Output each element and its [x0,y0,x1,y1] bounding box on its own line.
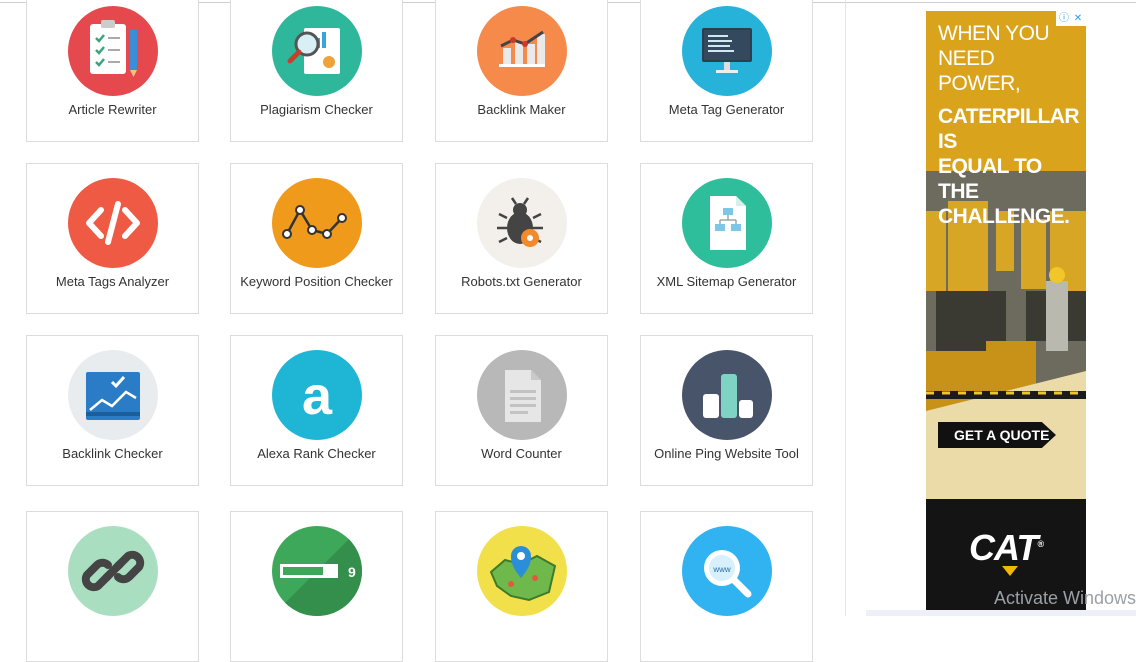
tool-card-progress[interactable]: 9 [230,511,403,662]
svg-text:9: 9 [348,564,356,580]
tool-card-meta-tags-analyzer[interactable]: Meta Tags Analyzer [26,163,199,314]
cat-logo: CAT® [926,527,1086,569]
tool-label: Word Counter [481,446,562,461]
ad-headline: WHEN YOU NEED POWER, CATERPILLAR IS EQUA… [938,21,1080,229]
svg-text:a: a [302,366,333,426]
ad-close-icon[interactable]: ✕ [1072,13,1084,25]
tool-label: Meta Tags Analyzer [55,274,170,289]
windows-activation-watermark: Activate Windows [994,588,1136,608]
tool-label: Online Ping Website Tool [654,446,799,461]
column-divider [845,0,846,616]
ad-info-icon[interactable]: ⓘ [1058,13,1070,25]
progress-bar-icon: 9 [272,526,362,616]
tool-label: Alexa Rank Checker [257,446,376,461]
link-icon [68,526,158,616]
ad-headline-line: NEED POWER, [938,47,1021,95]
xml-sitemap-generator-icon [682,178,772,268]
svg-text:www: www [712,565,731,574]
backlink-maker-icon [477,6,567,96]
tool-card-plagiarism-checker[interactable]: Plagiarism Checker [230,0,403,142]
tool-label: XML Sitemap Generator [656,274,797,289]
tool-card-meta-tag-generator[interactable]: Meta Tag Generator [640,0,813,142]
bottom-strip [866,610,1136,616]
article-rewriter-icon [68,6,158,96]
tool-label: Backlink Maker [477,102,566,117]
tool-card-alexa-rank-checker[interactable]: a Alexa Rank Checker [230,335,403,486]
ad-headline-line: EQUAL TO THE [938,155,1042,203]
ad-background: WHEN YOU NEED POWER, CATERPILLAR IS EQUA… [926,11,1086,499]
tool-label: Backlink Checker [62,446,163,461]
tools-grid: Article Rewriter Plagiarism Checker Back… [0,0,846,662]
alexa-rank-checker-icon: a [272,350,362,440]
meta-tag-generator-icon [682,6,772,96]
tool-card-xml-sitemap-generator[interactable]: XML Sitemap Generator [640,163,813,314]
cat-logo-text: CAT [969,527,1038,568]
robots-txt-generator-icon [477,178,567,268]
tool-label: Plagiarism Checker [260,102,373,117]
tool-card-article-rewriter[interactable]: Article Rewriter [26,0,199,142]
tool-card-search-www[interactable]: www [640,511,813,662]
tool-card-online-ping-website-tool[interactable]: Online Ping Website Tool [640,335,813,486]
tool-card-keyword-position-checker[interactable]: Keyword Position Checker [230,163,403,314]
registered-mark: ® [1037,539,1044,549]
backlink-checker-icon [68,350,158,440]
map-pin-icon [477,526,567,616]
tool-card-word-counter[interactable]: Word Counter [435,335,608,486]
tool-label: Keyword Position Checker [240,274,393,289]
keyword-position-checker-icon [272,178,362,268]
ad-choices[interactable]: ⓘ ✕ [1056,11,1086,26]
online-ping-website-tool-icon [682,350,772,440]
tool-label: Meta Tag Generator [668,102,785,117]
ad-headline-line: CATERPILLAR IS [938,105,1080,153]
tool-card-map[interactable] [435,511,608,662]
tool-card-backlink-maker[interactable]: Backlink Maker [435,0,608,142]
tool-label: Article Rewriter [68,102,157,117]
search-www-icon: www [682,526,772,616]
tool-card-robots-txt-generator[interactable]: Robots.txt Generator [435,163,608,314]
plagiarism-checker-icon [272,6,362,96]
tool-card-backlink-checker[interactable]: Backlink Checker [26,335,199,486]
word-counter-icon [477,350,567,440]
tool-label: Robots.txt Generator [461,274,582,289]
get-a-quote-button[interactable]: GET A QUOTE [938,422,1056,448]
meta-tags-analyzer-icon [68,178,158,268]
tool-card-link[interactable] [26,511,199,662]
cat-logo-triangle [1002,566,1018,576]
caterpillar-advertisement[interactable]: WHEN YOU NEED POWER, CATERPILLAR IS EQUA… [926,11,1086,611]
ad-headline-line: CHALLENGE. [938,205,1070,228]
